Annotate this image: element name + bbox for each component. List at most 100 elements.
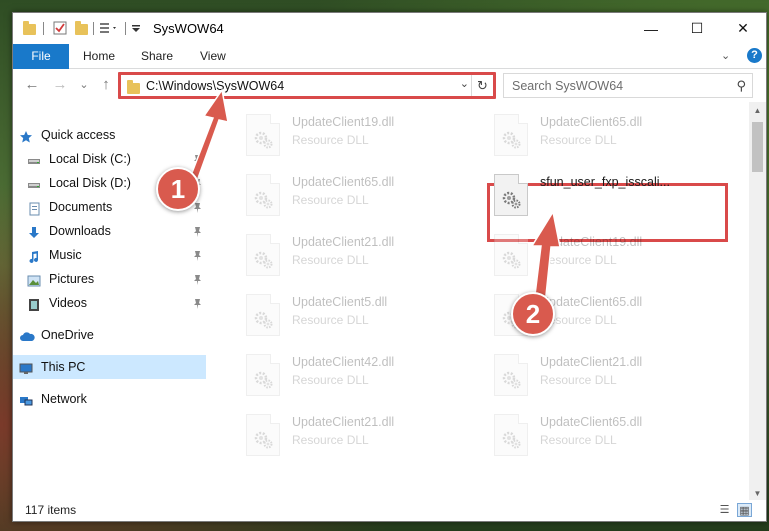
gear-icon [253,309,273,329]
dll-file-icon [494,174,528,216]
refresh-button[interactable]: ↻ [471,74,493,97]
file-name: UpdateClient65.dll [540,295,643,309]
file-item[interactable]: UpdateClient21.dll Resource DLL [230,406,460,462]
file-item[interactable]: UpdateClient65.dll Resource DLL [230,166,460,222]
file-type: Resource DLL [292,133,369,147]
drive-icon [27,152,41,166]
dll-file-icon [494,234,528,276]
sidebar-item-onedrive[interactable]: OneDrive [13,323,206,347]
vertical-scrollbar[interactable]: ▲ ▼ [749,102,766,502]
network-icon [19,392,33,406]
details-view-button[interactable]: ☰ [717,503,732,517]
back-button[interactable]: ← [23,75,41,95]
sidebar-item-label: Downloads [49,224,111,238]
file-name: UpdateClient42.dll [292,355,395,369]
file-name: UpdateClient5.dll [292,295,388,309]
file-type: Resource DLL [540,433,617,447]
file-item[interactable]: UpdateClient65.dll Resource DLL [478,406,708,462]
navigation-bar: ← → ⌄ ↑ C:\Windows\SysWOW64 ⌄ ↻ ⚲ [13,69,766,102]
large-icons-view-button[interactable]: ▦ [737,503,752,517]
drive-icon [27,176,41,190]
sidebar-item-label: OneDrive [41,328,94,342]
file-name: UpdateClient21.dll [292,235,395,249]
close-button[interactable]: ✕ [720,13,766,44]
file-explorer-window: SysWOW64 — ☐ ✕ File Home Share View ⌄ ? … [12,12,767,522]
cloud-icon [19,328,35,342]
step-1-badge: 1 [156,167,200,211]
sidebar-item-quick-access[interactable]: Quick access [13,123,206,147]
recent-locations-button[interactable]: ⌄ [75,75,93,95]
sidebar-item-this-pc[interactable]: This PC [13,355,206,379]
maximize-button[interactable]: ☐ [674,13,720,44]
file-type: Resource DLL [540,253,617,267]
file-item[interactable]: UpdateClient21.dll Resource DLL [230,226,460,282]
gear-icon [253,369,273,389]
tab-view[interactable]: View [200,44,226,69]
tab-home[interactable]: Home [83,44,115,69]
address-bar[interactable]: C:\Windows\SysWOW64 ⌄ ↻ [120,73,494,98]
search-box[interactable]: ⚲ [503,73,753,98]
file-item[interactable]: UpdateClient5.dll Resource DLL [230,286,460,342]
address-path[interactable]: C:\Windows\SysWOW64 [146,79,284,93]
sidebar-item-downloads[interactable]: Downloads [13,219,206,243]
up-button[interactable]: ↑ [97,75,115,95]
dll-file-icon [494,414,528,456]
file-name: UpdateClient19.dll [292,115,395,129]
scroll-thumb[interactable] [752,122,763,172]
dll-file-icon [246,354,280,396]
file-item[interactable]: UpdateClient42.dll Resource DLL [230,346,460,402]
file-item[interactable]: UpdateClient19.dll Resource DLL [478,226,708,282]
dll-file-icon [246,414,280,456]
address-dropdown-icon[interactable]: ⌄ [460,77,469,90]
documents-icon [27,200,41,216]
sidebar-item-videos[interactable]: Videos [13,291,206,315]
file-item[interactable]: UpdateClient19.dll Resource DLL [230,106,460,162]
separator [43,22,44,35]
ribbon-expand-icon[interactable]: ⌄ [721,49,730,62]
customize-toolbar-icon[interactable] [99,21,116,35]
sidebar-item-label: Pictures [49,272,95,286]
minimize-button[interactable]: — [628,13,674,44]
star-icon [19,128,33,143]
dropdown-arrow-icon[interactable] [131,23,145,37]
file-type: Resource DLL [292,313,369,327]
sidebar-item-label: This PC [41,360,86,374]
dll-file-icon [494,354,528,396]
properties-check-icon[interactable] [53,21,67,35]
sidebar-item-network[interactable]: Network [13,387,206,411]
sidebar-item-music[interactable]: Music [13,243,206,267]
folder-icon [23,21,37,35]
tab-file[interactable]: File [13,44,69,69]
search-icon[interactable]: ⚲ [736,78,746,94]
search-input[interactable] [504,74,714,97]
help-icon[interactable]: ? [747,48,762,63]
file-name: UpdateClient21.dll [292,415,395,429]
file-name: UpdateClient65.dll [540,415,643,429]
music-icon [27,248,41,263]
title-bar: SysWOW64 — ☐ ✕ [13,13,766,44]
sidebar-item-label: Documents [49,200,113,214]
new-folder-icon[interactable] [75,21,89,35]
sidebar-item-label: Network [41,392,87,406]
tab-share[interactable]: Share [141,44,173,69]
sidebar-item-label: Local Disk (D:) [49,176,131,190]
file-item[interactable]: UpdateClient21.dll Resource DLL [478,346,708,402]
file-type: Resource DLL [292,253,369,267]
gear-icon [501,189,521,209]
file-name: UpdateClient65.dll [540,115,643,129]
file-name: UpdateClient21.dll [540,355,643,369]
file-name: UpdateClient19.dll [540,235,643,249]
gear-icon [253,249,273,269]
gear-icon [501,369,521,389]
dll-file-icon [246,234,280,276]
item-count: 117 items [25,503,77,517]
pictures-icon [27,272,41,287]
forward-button[interactable]: → [51,75,69,95]
dll-file-icon [246,114,280,156]
file-item[interactable]: UpdateClient65.dll Resource DLL [478,106,708,162]
gear-icon [501,429,521,449]
scroll-up-button[interactable]: ▲ [749,102,766,119]
target-file-item[interactable]: sfun_user_fxp_isscali... [478,166,708,222]
sidebar-item-label: Music [49,248,82,262]
sidebar-item-pictures[interactable]: Pictures [13,267,206,291]
